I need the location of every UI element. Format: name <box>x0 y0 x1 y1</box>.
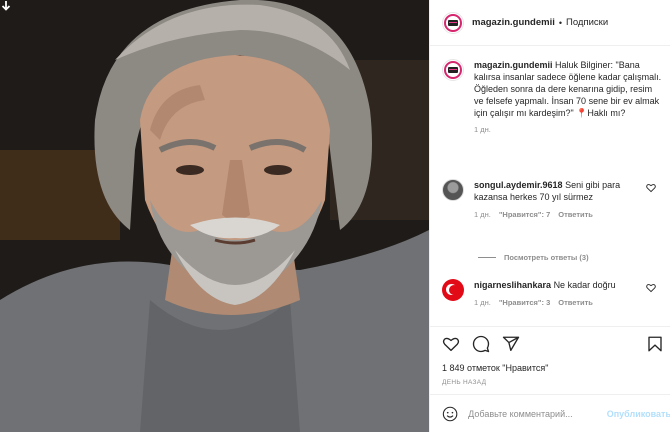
posted-time[interactable]: день назад <box>442 379 486 386</box>
comment-time[interactable]: 1 дн. <box>474 297 491 309</box>
download-arrow-icon[interactable] <box>0 0 12 12</box>
comments-scroll-area[interactable]: magazin.gundemii Haluk Bilginer: "Bana k… <box>430 47 670 327</box>
post-photo[interactable] <box>0 0 429 432</box>
post-caption: magazin.gundemii Haluk Bilginer: "Bana k… <box>442 59 664 136</box>
add-comment-bar: Опубликовать <box>430 394 670 432</box>
reply-button[interactable]: Ответить <box>558 297 593 309</box>
share-icon <box>502 336 520 352</box>
smile-icon[interactable] <box>442 405 458 423</box>
heart-icon[interactable] <box>646 283 656 293</box>
heart-icon[interactable] <box>646 183 656 193</box>
view-replies-label[interactable]: Посмотреть ответы (3) <box>504 253 589 262</box>
comment-time[interactable]: 1 дн. <box>474 209 491 221</box>
avatar[interactable] <box>442 11 464 34</box>
post-comment-button[interactable]: Опубликовать <box>607 409 670 419</box>
comment-input[interactable] <box>468 408 605 419</box>
comment-meta: 1 дн. "Нравится": 3 Ответить <box>474 297 639 309</box>
comment-username[interactable]: songul.aydemir.9618 <box>474 180 563 190</box>
caption-time[interactable]: 1 дн. <box>474 124 664 136</box>
comment-item: nigarneslihankara Ne kadar doğru 1 дн. "… <box>442 279 664 309</box>
comment-meta: 1 дн. "Нравится": 7 Ответить <box>474 209 639 221</box>
comment-username[interactable]: nigarneslihankara <box>474 280 551 290</box>
caption-avatar[interactable] <box>442 59 464 81</box>
post-header: magazin.gundemii • Подписки <box>430 0 670 46</box>
comment-icon <box>472 335 490 353</box>
heart-icon <box>442 337 460 352</box>
following-button[interactable]: Подписки <box>566 17 608 28</box>
comment-avatar[interactable] <box>442 279 464 301</box>
comment-button[interactable] <box>470 333 492 355</box>
likes-count[interactable]: 1 849 отметок "Нравится" <box>442 363 548 373</box>
reply-button[interactable]: Ответить <box>558 209 593 221</box>
action-icons <box>440 333 666 355</box>
avatar-logo <box>448 19 458 26</box>
comment-likes[interactable]: "Нравится": 7 <box>499 209 550 221</box>
comment-avatar[interactable] <box>442 179 464 201</box>
portrait-illustration <box>0 0 429 432</box>
comment-item: songul.aydemir.9618 Seni gibi para kazan… <box>442 179 664 221</box>
comment-body: songul.aydemir.9618 Seni gibi para kazan… <box>474 179 639 221</box>
comment-text: Ne kadar doğru <box>553 280 616 290</box>
header-username[interactable]: magazin.gundemii <box>472 17 555 28</box>
separator-dot: • <box>558 17 563 28</box>
caption-body: magazin.gundemii Haluk Bilginer: "Bana k… <box>474 59 664 136</box>
caption-username[interactable]: magazin.gundemii <box>474 60 553 70</box>
view-replies-link[interactable]: Посмотреть ответы (3) <box>478 253 589 262</box>
replies-divider-line <box>478 257 496 258</box>
save-button[interactable] <box>644 333 666 355</box>
share-button[interactable] <box>500 333 522 355</box>
comment-likes[interactable]: "Нравится": 3 <box>499 297 550 309</box>
like-button[interactable] <box>440 333 462 355</box>
avatar-logo <box>448 67 458 73</box>
comment-body: nigarneslihankara Ne kadar doğru 1 дн. "… <box>474 279 639 309</box>
post-side-panel: magazin.gundemii • Подписки magazin.gund… <box>429 0 670 432</box>
instagram-post-view: magazin.gundemii • Подписки magazin.gund… <box>0 0 670 432</box>
bookmark-icon <box>648 336 662 352</box>
